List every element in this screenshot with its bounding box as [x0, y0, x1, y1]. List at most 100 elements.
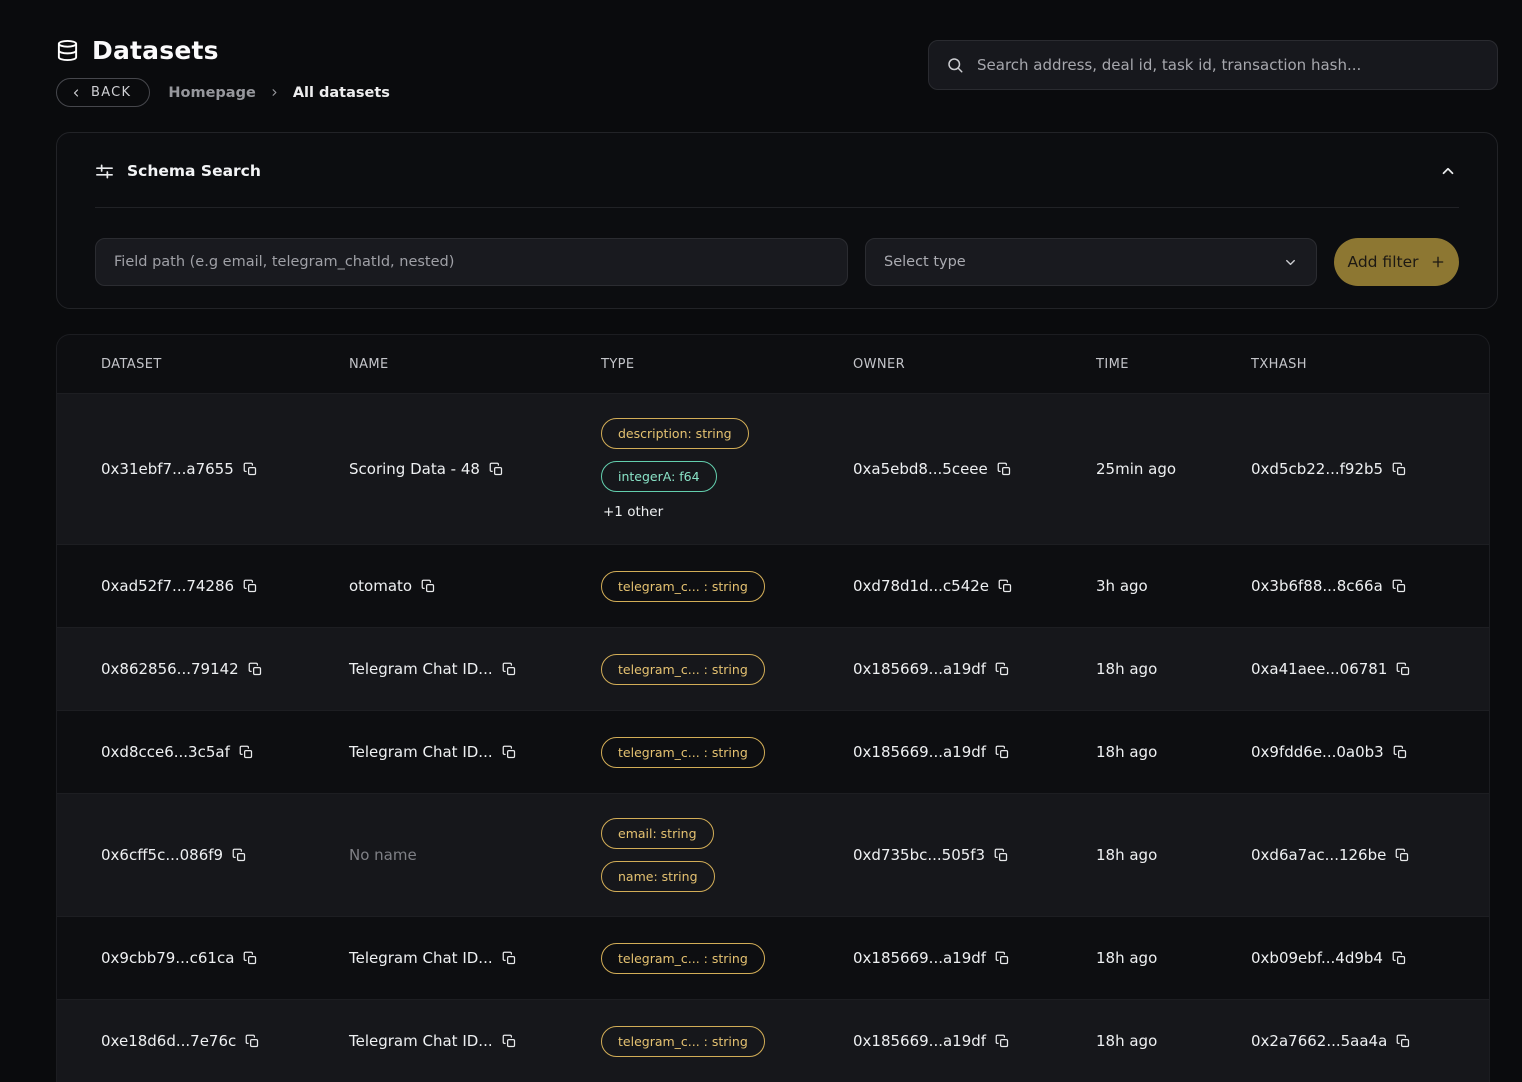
filter-sliders-icon — [95, 162, 114, 181]
more-types-label: +1 other — [601, 504, 663, 520]
table-row[interactable]: 0xad52f7...74286 otomato telegram_c... : s… — [57, 544, 1489, 627]
copy-icon[interactable] — [1396, 662, 1411, 677]
owner-address: 0x185669...a19df — [853, 1032, 986, 1050]
dataset-id: 0xe18d6d...7e76c — [101, 1032, 236, 1050]
type-badge: telegram_c... : string — [601, 1026, 765, 1057]
copy-icon[interactable] — [1392, 951, 1407, 966]
copy-icon[interactable] — [995, 951, 1010, 966]
copy-icon[interactable] — [489, 462, 504, 477]
back-button[interactable]: BACK — [56, 78, 150, 107]
panel-divider — [95, 207, 1459, 208]
dataset-id: 0x6cff5c...086f9 — [101, 846, 223, 864]
time-cell: 18h ago — [1096, 1032, 1251, 1050]
table-row[interactable]: 0xd8cce6...3c5afTelegram Chat ID...teleg… — [57, 710, 1489, 793]
txhash-value: 0xd5cb22...f92b5 — [1251, 460, 1383, 478]
copy-icon[interactable] — [502, 745, 517, 760]
txhash-value: 0xd6a7ac...126be — [1251, 846, 1386, 864]
copy-icon[interactable] — [1392, 579, 1407, 594]
copy-icon[interactable] — [1395, 848, 1410, 863]
collapse-panel-button[interactable] — [1437, 160, 1459, 182]
type-badge: telegram_c... : string — [601, 737, 765, 768]
copy-icon[interactable] — [1393, 745, 1408, 760]
chevron-down-icon — [1283, 255, 1298, 270]
copy-icon[interactable] — [1396, 1034, 1411, 1049]
type-badge: telegram_c... : string — [601, 654, 765, 685]
copy-icon[interactable] — [997, 462, 1012, 477]
table-row[interactable]: 0x9cbb79...c61caTelegram Chat ID...teleg… — [57, 916, 1489, 999]
search-input[interactable] — [975, 55, 1480, 75]
table-row[interactable]: 0xe18d6d...7e76c Telegram Chat ID... teleg… — [57, 999, 1489, 1082]
dataset-name: otomato — [349, 577, 412, 595]
type-badge: telegram_c... : string — [601, 943, 765, 974]
database-icon — [56, 39, 79, 62]
copy-icon[interactable] — [502, 1034, 517, 1049]
name-cell: Scoring Data - 48 — [349, 460, 601, 478]
type-badge: description: string — [601, 418, 749, 449]
time-value: 18h ago — [1096, 846, 1157, 864]
table-header-row: DATASET NAME TYPE OWNER TIME TXHASH — [57, 335, 1489, 393]
column-header-dataset: DATASET — [101, 357, 349, 372]
table-row[interactable]: 0x862856...79142Telegram Chat ID...teleg… — [57, 627, 1489, 710]
owner-cell: 0x185669...a19df — [853, 949, 1096, 967]
back-button-label: BACK — [91, 85, 131, 100]
add-filter-button[interactable]: Add filter — [1334, 238, 1459, 286]
owner-cell: 0x185669...a19df — [853, 743, 1096, 761]
schema-search-title: Schema Search — [127, 162, 261, 180]
copy-icon[interactable] — [1392, 462, 1407, 477]
table-row[interactable]: 0x6cff5c...086f9No nameemail: stringname… — [57, 793, 1489, 916]
datasets-table: DATASET NAME TYPE OWNER TIME TXHASH 0x31… — [56, 334, 1490, 1082]
search-icon — [946, 56, 964, 74]
type-badge: telegram_c... : string — [601, 571, 765, 602]
txhash-value: 0x3b6f88...8c66a — [1251, 577, 1383, 595]
copy-icon[interactable] — [502, 662, 517, 677]
txhash-cell: 0xd6a7ac...126be — [1251, 846, 1489, 864]
dataset-name: Telegram Chat ID... — [349, 1032, 493, 1050]
type-cell: telegram_c... : string — [601, 571, 853, 602]
copy-icon[interactable] — [239, 745, 254, 760]
column-header-owner: OWNER — [853, 357, 1096, 372]
copy-icon[interactable] — [995, 745, 1010, 760]
copy-icon[interactable] — [994, 848, 1009, 863]
time-value: 3h ago — [1096, 577, 1148, 595]
column-header-name: NAME — [349, 357, 601, 372]
copy-icon[interactable] — [243, 579, 258, 594]
copy-icon[interactable] — [243, 951, 258, 966]
dataset-id: 0xad52f7...74286 — [101, 577, 234, 595]
dataset-cell: 0x9cbb79...c61ca — [101, 949, 349, 967]
time-value: 18h ago — [1096, 1032, 1157, 1050]
txhash-value: 0xb09ebf...4d9b4 — [1251, 949, 1383, 967]
txhash-cell: 0xb09ebf...4d9b4 — [1251, 949, 1489, 967]
owner-cell: 0x185669...a19df — [853, 1032, 1096, 1050]
txhash-value: 0xa41aee...06781 — [1251, 660, 1387, 678]
field-path-input[interactable] — [95, 238, 848, 286]
dataset-name: Telegram Chat ID... — [349, 743, 493, 761]
copy-icon[interactable] — [243, 462, 258, 477]
copy-icon[interactable] — [995, 1034, 1010, 1049]
copy-icon[interactable] — [245, 1034, 260, 1049]
breadcrumb-current: All datasets — [293, 85, 390, 101]
time-cell: 25min ago — [1096, 460, 1251, 478]
page-header: Datasets BACK Homepage All datasets — [0, 0, 1522, 107]
breadcrumb: Homepage All datasets — [168, 85, 390, 101]
copy-icon[interactable] — [502, 951, 517, 966]
time-cell: 18h ago — [1096, 949, 1251, 967]
table-row[interactable]: 0x31ebf7...a7655Scoring Data - 48descrip… — [57, 393, 1489, 544]
type-select[interactable]: Select type — [865, 238, 1317, 286]
breadcrumb-parent[interactable]: Homepage — [168, 85, 255, 101]
type-cell: telegram_c... : string — [601, 654, 853, 685]
chevron-right-icon — [269, 87, 280, 98]
copy-icon[interactable] — [232, 848, 247, 863]
copy-icon[interactable] — [421, 579, 436, 594]
copy-icon[interactable] — [995, 662, 1010, 677]
time-value: 18h ago — [1096, 949, 1157, 967]
copy-icon[interactable] — [998, 579, 1013, 594]
dataset-cell: 0x31ebf7...a7655 — [101, 460, 349, 478]
copy-icon[interactable] — [248, 662, 263, 677]
global-search[interactable] — [928, 40, 1498, 90]
txhash-cell: 0xd5cb22...f92b5 — [1251, 460, 1489, 478]
time-value: 18h ago — [1096, 660, 1157, 678]
owner-address: 0xa5ebd8...5ceee — [853, 460, 988, 478]
dataset-id: 0x862856...79142 — [101, 660, 239, 678]
type-select-value: Select type — [884, 254, 966, 270]
owner-address: 0xd735bc...505f3 — [853, 846, 985, 864]
